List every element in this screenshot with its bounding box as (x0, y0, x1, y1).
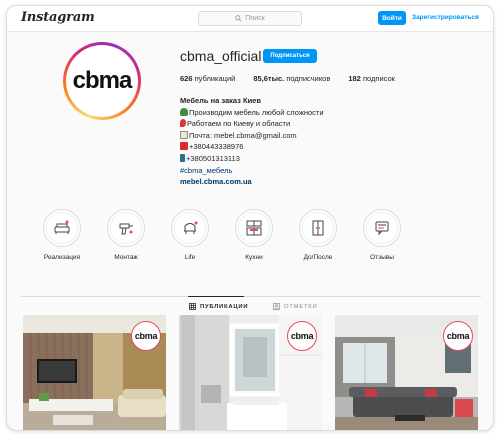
profile-avatar-ring[interactable]: cbma (63, 42, 141, 120)
post-logo-badge: cbma (443, 321, 473, 351)
profile-stats: 626 публикаций 85,6тыс. подписчиков 182 … (180, 74, 413, 83)
post-logo-badge: cbma (287, 321, 317, 351)
follow-button[interactable]: Подписаться (263, 49, 317, 63)
drill-icon (119, 223, 133, 235)
top-navbar: Instagram Поиск Войти Зарегистрироваться (7, 6, 493, 32)
register-link[interactable]: Зарегистрироваться (412, 14, 479, 21)
tabs-divider (21, 296, 481, 297)
highlight-realization[interactable]: Реализация (37, 209, 87, 261)
kitchen-icon (246, 220, 262, 236)
door-icon (312, 220, 324, 236)
search-placeholder: Поиск (245, 15, 265, 22)
search-input[interactable]: Поиск (198, 11, 302, 26)
search-icon (235, 15, 242, 22)
bio-name: Мебель на заказ Киев (180, 96, 261, 105)
sofa-icon (54, 220, 70, 234)
bio-line: +380501313113 (180, 153, 324, 165)
followers-stat[interactable]: 85,6тыс. подписчиков (253, 74, 330, 83)
armchair-icon (184, 221, 198, 234)
bio-line: Почта: mebel.cbma@gmail.com (180, 130, 324, 142)
post-thumbnail-2[interactable]: cbma (179, 315, 322, 430)
post-thumbnail-1[interactable]: cbma (23, 315, 166, 430)
login-button[interactable]: Войти (378, 11, 406, 25)
bio-line: Производим мебель любой сложности (180, 107, 324, 119)
tab-posts[interactable]: ПУБЛИКАЦИИ (189, 303, 248, 310)
posts-stat: 626 публикаций (180, 74, 236, 83)
browser-frame: Instagram Поиск Войти Зарегистрироваться… (6, 5, 494, 431)
highlight-life[interactable]: Life (165, 209, 215, 261)
story-highlights: Реализация Монтаж Life Кухни До/После От… (37, 209, 467, 271)
bio-line: +380443338976 (180, 141, 324, 153)
tree-icon (180, 107, 188, 116)
profile-username: cbma_official (180, 48, 262, 64)
post-logo-badge: cbma (131, 321, 161, 351)
bio-website-link[interactable]: mebel.cbma.com.ua (180, 176, 324, 188)
bio-line: Работаем по Киеву и области (180, 118, 324, 130)
location-pin-icon (180, 119, 186, 128)
following-stat[interactable]: 182 подписок (348, 74, 395, 83)
tag-user-icon (273, 303, 280, 310)
highlight-reviews[interactable]: Отзывы (357, 209, 407, 261)
comment-icon (375, 221, 389, 236)
highlight-montazh[interactable]: Монтаж (101, 209, 151, 261)
post-thumbnail-3[interactable]: cbma (335, 315, 478, 430)
grid-icon (189, 303, 196, 310)
active-tab-indicator (188, 296, 244, 297)
instagram-logo[interactable]: Instagram (21, 10, 95, 25)
telephone-icon (180, 142, 188, 151)
bio-hashtag[interactable]: #cbma_мебель (180, 165, 324, 177)
highlight-kitchens[interactable]: Кухни (229, 209, 279, 261)
mobile-phone-icon (180, 153, 185, 162)
profile-bio: Мебель на заказ Киев Производим мебель л… (180, 95, 324, 188)
highlight-before-after[interactable]: До/После (293, 209, 343, 261)
avatar: cbma (68, 47, 136, 115)
tab-tagged[interactable]: ОТМЕТКИ (273, 303, 317, 310)
notepad-icon (180, 130, 188, 139)
